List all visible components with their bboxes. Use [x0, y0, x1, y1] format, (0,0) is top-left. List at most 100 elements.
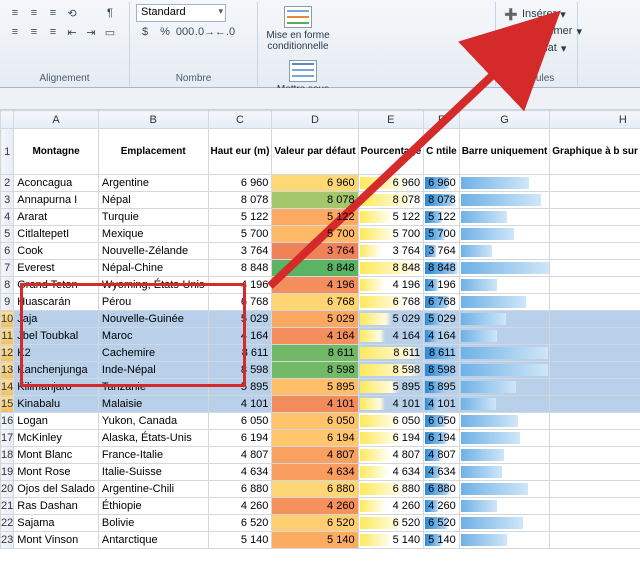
row-header[interactable]: 12: [1, 345, 14, 362]
number-format-combo[interactable]: Standard: [136, 4, 226, 22]
cell[interactable]: Nouvelle-Zélande: [98, 243, 208, 260]
cell[interactable]: Grand Teton: [14, 277, 99, 294]
cell[interactable]: 8 611: [550, 345, 640, 362]
cell[interactable]: 8 078: [358, 192, 424, 209]
cell[interactable]: 3 764: [424, 243, 460, 260]
table-row[interactable]: 23Mont VinsonAntarctique5 1405 1405 1405…: [1, 532, 640, 549]
formula-bar[interactable]: [0, 88, 640, 110]
cell[interactable]: 4 634: [358, 464, 424, 481]
insert-button[interactable]: ➕Insérer ▾: [502, 6, 571, 22]
cell[interactable]: Kilimanjaro: [14, 379, 99, 396]
row-header[interactable]: 6: [1, 243, 14, 260]
increase-decimal-icon[interactable]: .0→: [196, 23, 214, 41]
cell[interactable]: 6 520: [424, 515, 460, 532]
col-header-F[interactable]: F: [424, 111, 460, 129]
cell[interactable]: 8 598: [272, 362, 358, 379]
cell[interactable]: 4 101: [208, 396, 272, 413]
row-header[interactable]: 14: [1, 379, 14, 396]
select-all-corner[interactable]: [1, 111, 14, 129]
cell[interactable]: 8 598: [358, 362, 424, 379]
row-header[interactable]: 5: [1, 226, 14, 243]
cell[interactable]: 5 895: [272, 379, 358, 396]
spreadsheet-grid[interactable]: ABCDEFGHI 1MontagneEmplacementHaut eur (…: [0, 110, 640, 549]
col-header-B[interactable]: B: [98, 111, 208, 129]
col-header-C[interactable]: C: [208, 111, 272, 129]
table-row[interactable]: 21Ras DashanÉthiopie4 2604 2604 2604 260…: [1, 498, 640, 515]
cell[interactable]: 4 101: [550, 396, 640, 413]
col-header-E[interactable]: E: [358, 111, 424, 129]
cell[interactable]: Inde-Népal: [98, 362, 208, 379]
cell[interactable]: Népal-Chine: [98, 260, 208, 277]
cell[interactable]: 4 196: [550, 277, 640, 294]
table-row[interactable]: 16LoganYukon, Canada6 0506 0506 0506 050…: [1, 413, 640, 430]
cell[interactable]: Jbel Toubkal: [14, 328, 99, 345]
cell[interactable]: 6 880: [272, 481, 358, 498]
cell[interactable]: Pérou: [98, 294, 208, 311]
col-header-D[interactable]: D: [272, 111, 358, 129]
cell[interactable]: 5 895: [358, 379, 424, 396]
align-bot-icon[interactable]: ≡: [44, 4, 62, 22]
cell[interactable]: Tanzanie: [98, 379, 208, 396]
cell[interactable]: Annapurna I: [14, 192, 99, 209]
cell[interactable]: [459, 175, 550, 192]
cell[interactable]: 4 196: [208, 277, 272, 294]
table-row[interactable]: 13KanchenjungaInde-Népal8 5988 5988 5988…: [1, 362, 640, 379]
cell[interactable]: 8 848: [424, 260, 460, 277]
row-header[interactable]: 20: [1, 481, 14, 498]
cell[interactable]: 6 880: [358, 481, 424, 498]
cell[interactable]: 6 050: [208, 413, 272, 430]
cell[interactable]: Mont Blanc: [14, 447, 99, 464]
cell[interactable]: 5 140: [272, 532, 358, 549]
cell[interactable]: 5 895: [424, 379, 460, 396]
wrap-text-icon[interactable]: ¶: [101, 4, 119, 22]
cell[interactable]: 8 611: [358, 345, 424, 362]
table-row[interactable]: 5CitlaltepetIMexique5 7005 7005 7005 700…: [1, 226, 640, 243]
cell[interactable]: 5 140: [358, 532, 424, 549]
cell[interactable]: Argentine-Chili: [98, 481, 208, 498]
cell[interactable]: 3 764: [550, 243, 640, 260]
row-header[interactable]: 18: [1, 447, 14, 464]
cell[interactable]: Népal: [98, 192, 208, 209]
cell[interactable]: 4 807: [358, 447, 424, 464]
row-header[interactable]: 8: [1, 277, 14, 294]
cell[interactable]: 5 700: [358, 226, 424, 243]
cell[interactable]: 4 260: [424, 498, 460, 515]
cell[interactable]: [459, 294, 550, 311]
cell[interactable]: Ararat: [14, 209, 99, 226]
cell[interactable]: Malaisie: [98, 396, 208, 413]
table-row[interactable]: 17McKinleyAlaska, États-Unis6 1946 1946 …: [1, 430, 640, 447]
cell[interactable]: Wyoming, États-Unis: [98, 277, 208, 294]
table-row[interactable]: 15KinabaluMalaisie4 1014 1014 1014 1014 …: [1, 396, 640, 413]
cell[interactable]: 6 768: [550, 294, 640, 311]
cell[interactable]: 6 194: [424, 430, 460, 447]
cell[interactable]: Huascarán: [14, 294, 99, 311]
table-row[interactable]: 10JajaNouvelle-Guinée5 0295 0295 0295 02…: [1, 311, 640, 328]
row-header[interactable]: 23: [1, 532, 14, 549]
conditional-formatting-button[interactable]: Mise en forme conditionnelle: [264, 4, 332, 52]
cell[interactable]: CitlaltepetI: [14, 226, 99, 243]
cell[interactable]: 8 848: [358, 260, 424, 277]
cell[interactable]: Argentine: [98, 175, 208, 192]
cell[interactable]: [459, 226, 550, 243]
cell[interactable]: 6 050: [424, 413, 460, 430]
cell[interactable]: 8 598: [208, 362, 272, 379]
cell[interactable]: 6 768: [208, 294, 272, 311]
cell[interactable]: [459, 209, 550, 226]
cell[interactable]: [459, 362, 550, 379]
cell[interactable]: Ojos del Salado: [14, 481, 99, 498]
cell[interactable]: 6 960: [550, 175, 640, 192]
cell[interactable]: 4 101: [424, 396, 460, 413]
cell[interactable]: [459, 498, 550, 515]
cell[interactable]: 8 848: [208, 260, 272, 277]
row-header[interactable]: 7: [1, 260, 14, 277]
cell[interactable]: 6 520: [208, 515, 272, 532]
cell[interactable]: Mont Vinson: [14, 532, 99, 549]
col-header-G[interactable]: G: [459, 111, 550, 129]
cell[interactable]: [459, 328, 550, 345]
cell[interactable]: 5 122: [272, 209, 358, 226]
cell[interactable]: [459, 515, 550, 532]
cell[interactable]: 6 960: [424, 175, 460, 192]
cell[interactable]: 4 196: [272, 277, 358, 294]
cell[interactable]: Maroc: [98, 328, 208, 345]
row-header[interactable]: 4: [1, 209, 14, 226]
